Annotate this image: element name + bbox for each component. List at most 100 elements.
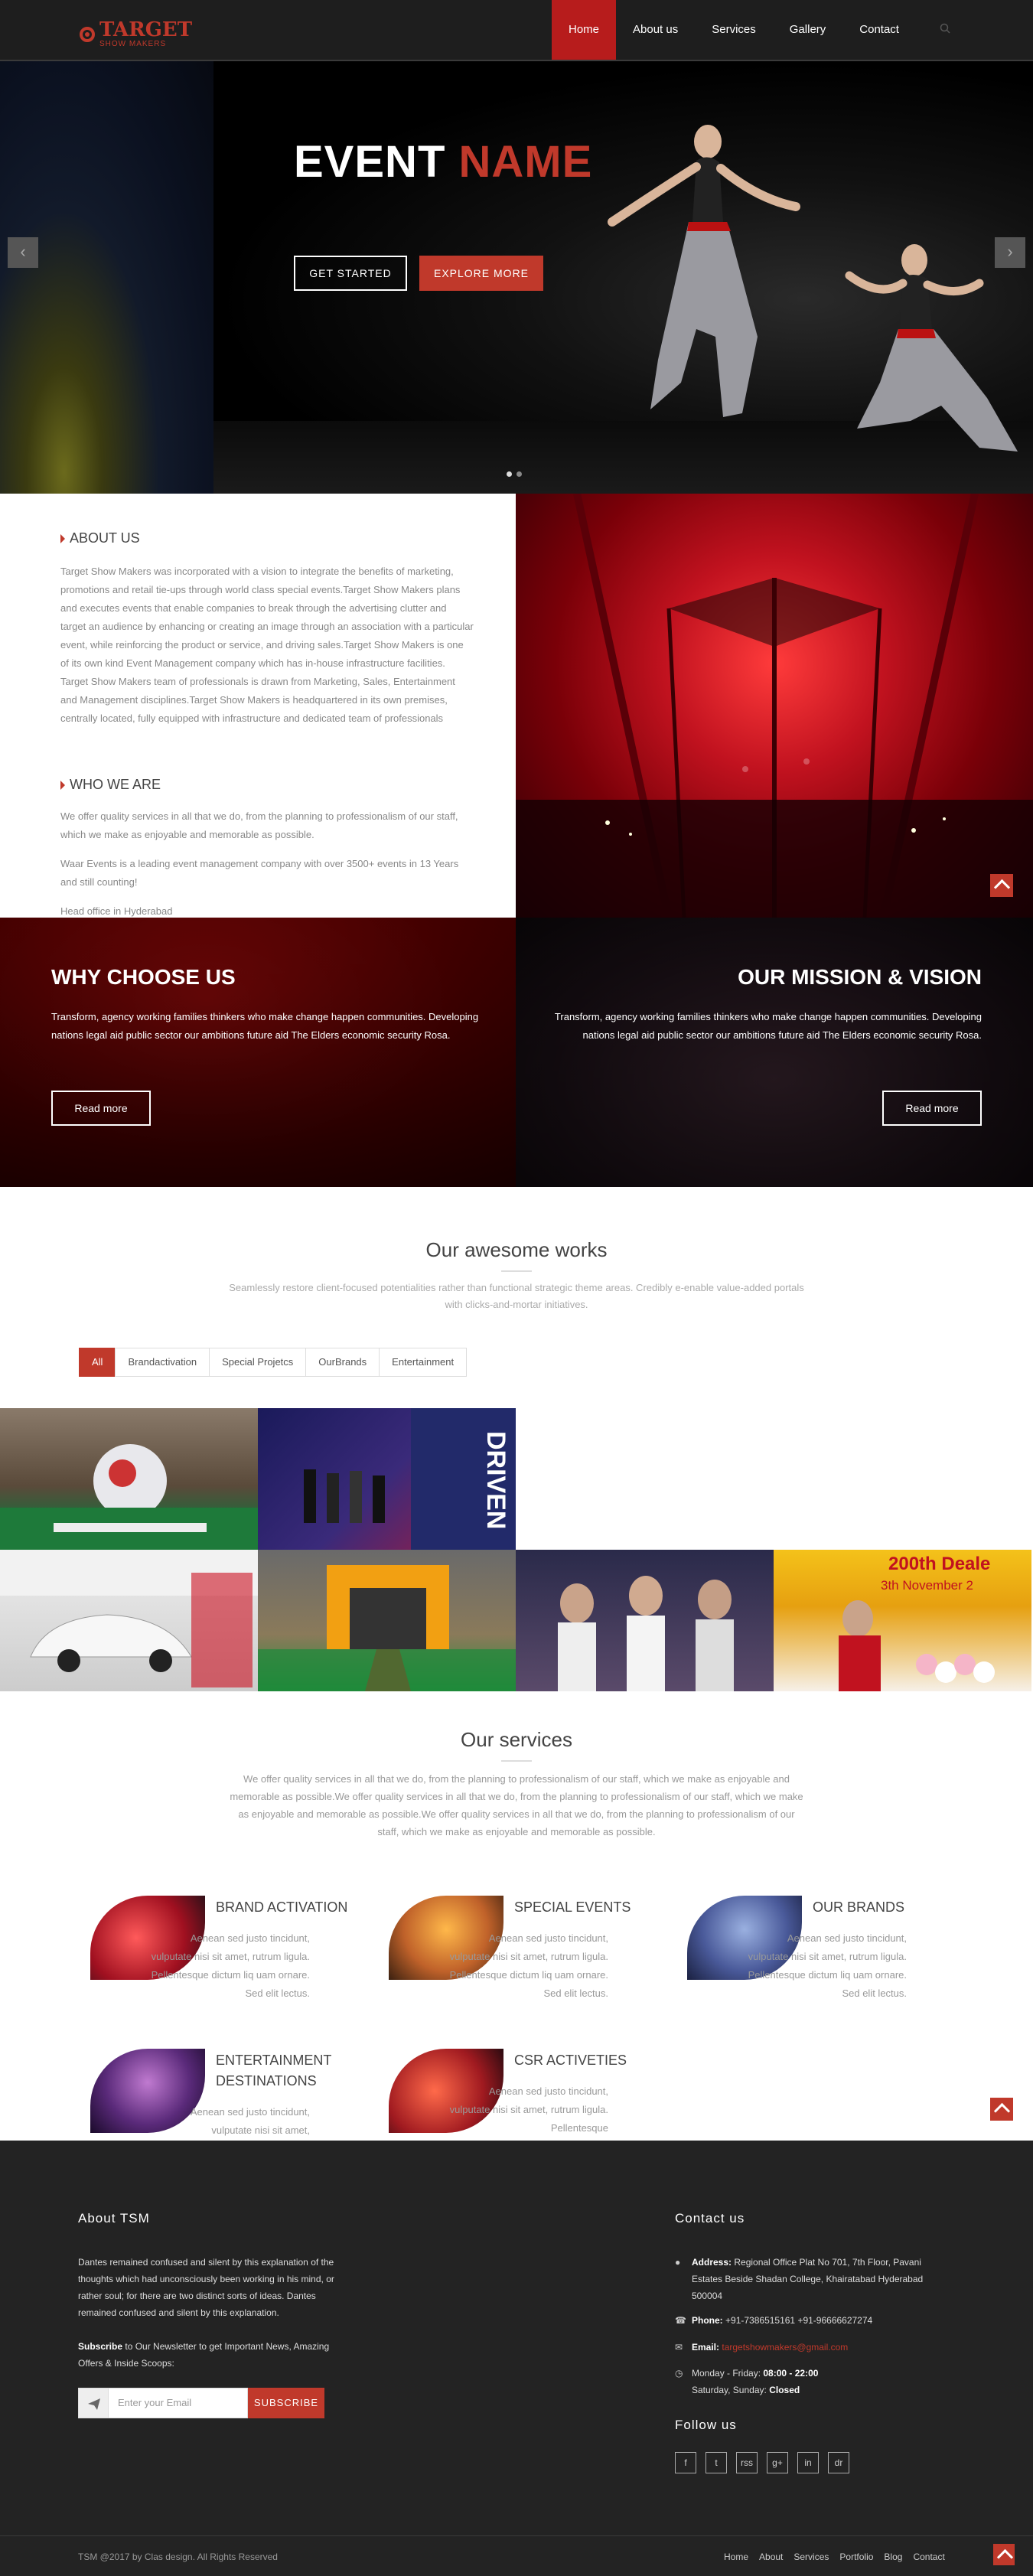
nav-services[interactable]: Services	[695, 0, 773, 60]
weekday-label: Monday - Friday:	[692, 2368, 764, 2379]
contact-heading: Contact us	[675, 2211, 745, 2225]
clock-icon: ◷	[675, 2368, 683, 2379]
explore-more-button[interactable]: EXPLORE MORE	[419, 256, 543, 291]
hero-title: EVENT NAME	[294, 136, 592, 187]
footer-about-text: Dantes remained confused and silent by t…	[78, 2257, 334, 2318]
facebook-icon[interactable]: f	[675, 2452, 696, 2473]
get-started-button[interactable]: GET STARTED	[294, 256, 407, 291]
why-choose-section: WHY CHOOSE US Transform, agency working …	[0, 918, 516, 1187]
entrance-arch-tile[interactable]	[258, 1550, 516, 1691]
why-heading: WHY CHOOSE US	[51, 965, 236, 989]
car-showroom-tile[interactable]	[0, 1550, 258, 1691]
footer-link-home[interactable]: Home	[724, 2552, 748, 2562]
search-icon[interactable]	[940, 23, 950, 34]
service-text: Aenean sed justo tincidunt, vulputate ni…	[748, 1932, 907, 1999]
contact-phone: ☎ Phone: +91-7386515161 +91-96666627274	[675, 2312, 872, 2329]
scroll-top-button-1[interactable]	[990, 874, 1013, 897]
contact-address: ● Address: Regional Office Plat No 701, …	[675, 2254, 950, 2304]
mission-text: Transform, agency working families think…	[554, 1011, 982, 1041]
scroll-top-button-2[interactable]	[990, 2098, 1013, 2121]
dealer-banner-text-2: 3th November 2	[881, 1578, 973, 1593]
contact-email: ✉ Email: targetshowmakers@gmail.com	[675, 2339, 848, 2356]
social-links: f t rss g+ in dr	[675, 2452, 849, 2473]
service-title: CSR ACTIVETIES	[514, 2053, 627, 2068]
linkedin-icon[interactable]: in	[797, 2452, 819, 2473]
svg-text:DRIVEN: DRIVEN	[481, 1431, 510, 1529]
dribbble-icon[interactable]: dr	[828, 2452, 849, 2473]
email-input[interactable]: Enter your Email	[109, 2388, 248, 2418]
filter-brandactivation[interactable]: Brandactivation	[115, 1348, 210, 1377]
models-tile[interactable]	[516, 1550, 774, 1691]
tent-structure-graphic	[516, 494, 1033, 918]
why-read-more-button[interactable]: Read more	[51, 1091, 151, 1126]
google-plus-icon[interactable]: g+	[767, 2452, 788, 2473]
footer-link-portfolio[interactable]: Portfolio	[839, 2552, 873, 2562]
slider-dot-2[interactable]	[516, 471, 522, 477]
nav-home[interactable]: Home	[552, 0, 617, 60]
nav-about[interactable]: About us	[616, 0, 695, 60]
footer-links: Home About Services Portfolio Blog Conta…	[724, 2552, 945, 2562]
subscribe-bold: Subscribe	[78, 2341, 123, 2352]
filter-all[interactable]: All	[79, 1348, 116, 1377]
paper-plane-icon	[78, 2388, 109, 2418]
subscribe-text: Subscribe to Our Newsletter to get Impor…	[78, 2338, 346, 2372]
filter-entertainment[interactable]: Entertainment	[379, 1348, 468, 1377]
service-text: Aenean sed justo tincidunt, vulputate ni…	[190, 2106, 310, 2136]
footer-link-contact[interactable]: Contact	[913, 2552, 944, 2562]
main-menu: Home About us Services Gallery Contact	[552, 0, 916, 60]
who-heading-text: WHO WE ARE	[70, 777, 161, 792]
newsletter-form: Enter your Email SUBSCRIBE	[78, 2388, 324, 2418]
hero-slider: EVENT NAME GET STARTED EXPLORE MORE ‹ ›	[0, 61, 1033, 494]
why-text: Transform, agency working families think…	[51, 1011, 479, 1041]
hero-title-red: NAME	[458, 137, 593, 187]
contact-hours: ◷ Monday - Friday: 08:00 - 22:00 Saturday…	[675, 2365, 818, 2398]
dealers-meet-tile[interactable]: 200th Deale 3th November 2	[774, 1550, 1031, 1691]
works-subtitle: Seamlessly restore client-focused potent…	[229, 1282, 804, 1310]
target-logo-icon	[80, 26, 95, 42]
about-heading-text: ABOUT US	[70, 530, 140, 546]
services-intro: We offer quality services in all that we…	[230, 1773, 803, 1837]
scroll-top-button-3[interactable]	[993, 2544, 1015, 2565]
dealer-banner-text: 200th Deale	[888, 1554, 990, 1574]
copyright: TSM @2017 by Clas design. All Rights Res…	[78, 2552, 278, 2562]
slider-dots	[507, 471, 522, 477]
phone-text: +91-7386515161 +91-96666627274	[725, 2315, 873, 2326]
map-marker-icon: ●	[675, 2257, 681, 2268]
filter-ourbrands[interactable]: OurBrands	[305, 1348, 380, 1377]
slider-dot-1[interactable]	[507, 471, 512, 477]
who-text-3: Head office in Hyderabad	[60, 905, 173, 917]
envelope-icon: ✉	[675, 2342, 683, 2353]
subscribe-button[interactable]: SUBSCRIBE	[248, 2388, 324, 2418]
slider-prev-icon[interactable]: ‹	[8, 237, 38, 268]
nav-gallery[interactable]: Gallery	[773, 0, 843, 60]
rss-icon[interactable]: rss	[736, 2452, 758, 2473]
footer-link-blog[interactable]: Blog	[884, 2552, 902, 2562]
service-text: Aenean sed justo tincidunt, vulputate ni…	[449, 2085, 608, 2134]
footer-link-about[interactable]: About	[759, 2552, 783, 2562]
service-title: ENTERTAINMENT DESTINATIONS	[216, 2053, 332, 2089]
red-tent-image	[516, 494, 1033, 918]
works-divider	[501, 1270, 532, 1272]
about-heading: ABOUT US	[60, 530, 140, 546]
twitter-icon[interactable]: t	[706, 2452, 727, 2473]
globe-activation-tile[interactable]	[0, 1408, 258, 1550]
mission-read-more-button[interactable]: Read more	[882, 1091, 982, 1126]
filter-special-projects[interactable]: Special Projetcs	[209, 1348, 307, 1377]
who-text-1: We offer quality services in all that we…	[60, 810, 458, 840]
driven-stage-tile[interactable]: DRIVEN	[258, 1408, 516, 1550]
footer-about-heading: About TSM	[78, 2211, 150, 2225]
hero-title-white: EVENT	[294, 137, 446, 187]
email-link[interactable]: targetshowmakers@gmail.com	[722, 2342, 848, 2353]
footer-link-services[interactable]: Services	[793, 2552, 829, 2562]
follow-heading: Follow us	[675, 2418, 737, 2432]
page: TARGET SHOW MAKERS Home About us Service…	[0, 0, 1033, 2576]
logo[interactable]: TARGET SHOW MAKERS	[80, 20, 192, 48]
portfolio-filters: All Brandactivation Special Projetcs Our…	[79, 1348, 468, 1377]
caret-right-icon	[60, 780, 65, 790]
footer: About TSM Dantes remained confused and s…	[0, 2141, 1033, 2576]
slider-next-icon[interactable]: ›	[995, 237, 1025, 268]
nav-contact[interactable]: Contact	[842, 0, 916, 60]
phone-icon: ☎	[675, 2315, 686, 2326]
service-title: BRAND ACTIVATION	[216, 1899, 348, 1915]
top-navbar: TARGET SHOW MAKERS Home About us Service…	[0, 0, 1033, 61]
